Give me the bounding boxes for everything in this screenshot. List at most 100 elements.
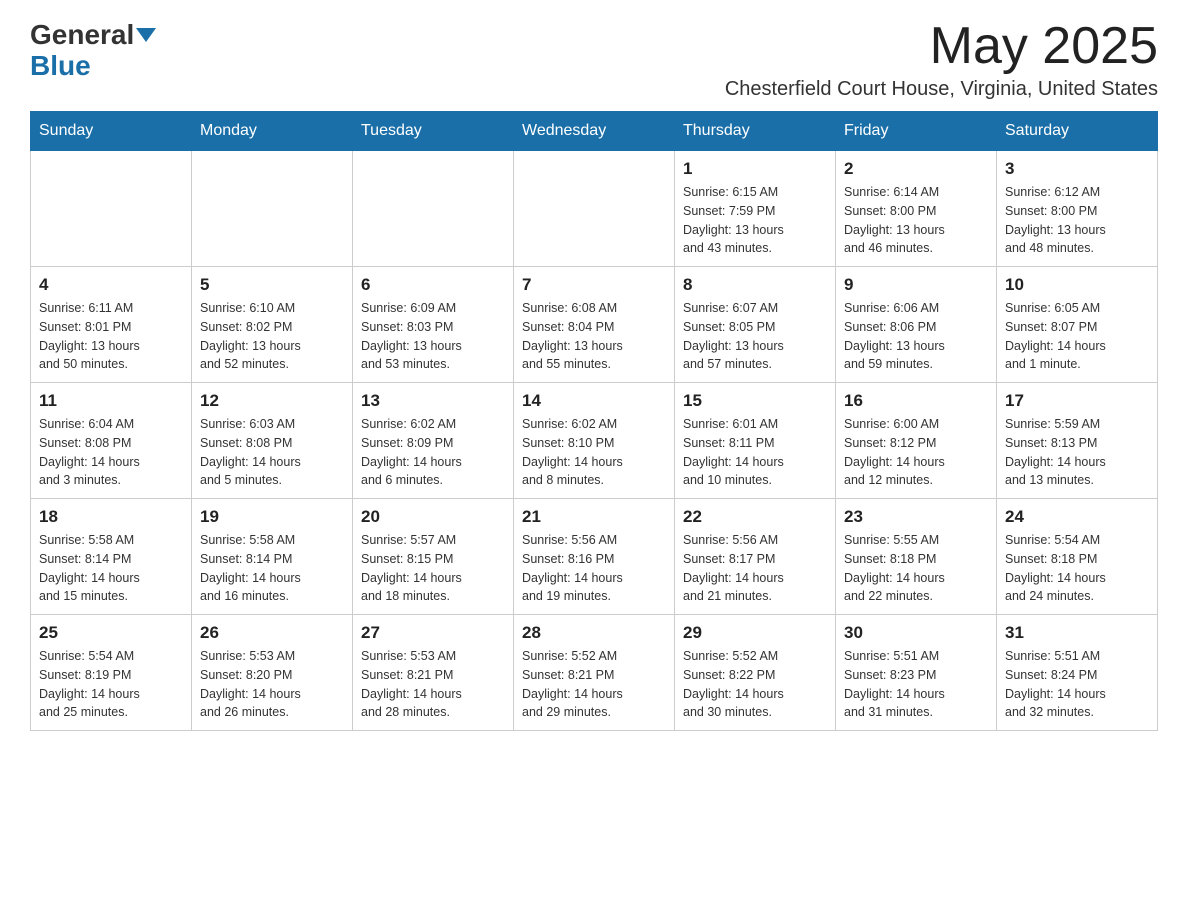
calendar-cell: 14 Sunrise: 6:02 AM Sunset: 8:10 PM Dayli… xyxy=(514,383,675,499)
day-info: Sunrise: 6:08 AM Sunset: 8:04 PM Dayligh… xyxy=(522,299,666,374)
calendar-cell xyxy=(353,151,514,267)
day-info: Sunrise: 6:12 AM Sunset: 8:00 PM Dayligh… xyxy=(1005,183,1149,258)
day-number: 24 xyxy=(1005,507,1149,527)
calendar-cell: 30Sunrise: 5:51 AM Sunset: 8:23 PM Dayli… xyxy=(836,615,997,731)
day-info: Sunrise: 6:07 AM Sunset: 8:05 PM Dayligh… xyxy=(683,299,827,374)
day-number: 17 xyxy=(1005,391,1149,411)
calendar-week-row: 11 Sunrise: 6:04 AM Sunset: 8:08 PM Dayli… xyxy=(31,383,1158,499)
calendar-cell: 29 Sunrise: 5:52 AM Sunset: 8:22 PM Dayli… xyxy=(675,615,836,731)
logo-general: General xyxy=(30,20,134,51)
title-section: May 2025 Chesterfield Court House, Virgi… xyxy=(725,20,1158,101)
day-info: Sunrise: 5:53 AM Sunset: 8:21 PM Dayligh… xyxy=(361,647,505,722)
day-number: 27 xyxy=(361,623,505,643)
day-info: Sunrise: 6:00 AM Sunset: 8:12 PM Dayligh… xyxy=(844,415,988,490)
day-info: Sunrise: 6:09 AM Sunset: 8:03 PM Dayligh… xyxy=(361,299,505,374)
day-info: Sunrise: 6:15 AM Sunset: 7:59 PM Dayligh… xyxy=(683,183,827,258)
calendar-cell: 5 Sunrise: 6:10 AM Sunset: 8:02 PM Daylig… xyxy=(192,267,353,383)
calendar-cell xyxy=(31,151,192,267)
day-number: 31 xyxy=(1005,623,1149,643)
day-info: Sunrise: 5:59 AM Sunset: 8:13 PM Dayligh… xyxy=(1005,415,1149,490)
page-header: General Blue May 2025 Chesterfield Court… xyxy=(30,20,1158,101)
calendar-cell: 20Sunrise: 5:57 AM Sunset: 8:15 PM Dayli… xyxy=(353,499,514,615)
day-number: 21 xyxy=(522,507,666,527)
day-number: 30 xyxy=(844,623,988,643)
day-info: Sunrise: 6:05 AM Sunset: 8:07 PM Dayligh… xyxy=(1005,299,1149,374)
calendar-week-row: 25 Sunrise: 5:54 AM Sunset: 8:19 PM Dayli… xyxy=(31,615,1158,731)
calendar-cell: 16 Sunrise: 6:00 AM Sunset: 8:12 PM Dayli… xyxy=(836,383,997,499)
day-number: 1 xyxy=(683,159,827,179)
day-info: Sunrise: 5:56 AM Sunset: 8:16 PM Dayligh… xyxy=(522,531,666,606)
day-of-week-header: Friday xyxy=(836,112,997,151)
calendar-week-row: 1 Sunrise: 6:15 AM Sunset: 7:59 PM Daylig… xyxy=(31,151,1158,267)
day-number: 15 xyxy=(683,391,827,411)
day-number: 19 xyxy=(200,507,344,527)
day-number: 8 xyxy=(683,275,827,295)
day-info: Sunrise: 5:54 AM Sunset: 8:18 PM Dayligh… xyxy=(1005,531,1149,606)
day-number: 23 xyxy=(844,507,988,527)
logo-blue: Blue xyxy=(30,51,91,82)
calendar-cell: 25 Sunrise: 5:54 AM Sunset: 8:19 PM Dayli… xyxy=(31,615,192,731)
day-number: 28 xyxy=(522,623,666,643)
calendar-cell: 23Sunrise: 5:55 AM Sunset: 8:18 PM Dayli… xyxy=(836,499,997,615)
calendar-cell: 17 Sunrise: 5:59 AM Sunset: 8:13 PM Dayli… xyxy=(997,383,1158,499)
day-number: 18 xyxy=(39,507,183,527)
day-info: Sunrise: 6:10 AM Sunset: 8:02 PM Dayligh… xyxy=(200,299,344,374)
location-subtitle: Chesterfield Court House, Virginia, Unit… xyxy=(725,78,1158,101)
day-number: 3 xyxy=(1005,159,1149,179)
logo-arrow-icon xyxy=(136,28,156,42)
calendar-cell: 4 Sunrise: 6:11 AM Sunset: 8:01 PM Daylig… xyxy=(31,267,192,383)
day-of-week-header: Saturday xyxy=(997,112,1158,151)
calendar-cell: 31Sunrise: 5:51 AM Sunset: 8:24 PM Dayli… xyxy=(997,615,1158,731)
calendar-cell: 10 Sunrise: 6:05 AM Sunset: 8:07 PM Dayli… xyxy=(997,267,1158,383)
day-number: 5 xyxy=(200,275,344,295)
day-number: 7 xyxy=(522,275,666,295)
day-info: Sunrise: 6:03 AM Sunset: 8:08 PM Dayligh… xyxy=(200,415,344,490)
day-of-week-header: Tuesday xyxy=(353,112,514,151)
day-info: Sunrise: 6:11 AM Sunset: 8:01 PM Dayligh… xyxy=(39,299,183,374)
day-number: 22 xyxy=(683,507,827,527)
month-year-title: May 2025 xyxy=(725,20,1158,72)
day-info: Sunrise: 5:54 AM Sunset: 8:19 PM Dayligh… xyxy=(39,647,183,722)
day-of-week-header: Thursday xyxy=(675,112,836,151)
day-info: Sunrise: 5:57 AM Sunset: 8:15 PM Dayligh… xyxy=(361,531,505,606)
calendar-cell: 3 Sunrise: 6:12 AM Sunset: 8:00 PM Daylig… xyxy=(997,151,1158,267)
calendar-week-row: 18 Sunrise: 5:58 AM Sunset: 8:14 PM Dayli… xyxy=(31,499,1158,615)
calendar-cell: 15Sunrise: 6:01 AM Sunset: 8:11 PM Dayli… xyxy=(675,383,836,499)
day-info: Sunrise: 6:02 AM Sunset: 8:09 PM Dayligh… xyxy=(361,415,505,490)
calendar-cell: 6 Sunrise: 6:09 AM Sunset: 8:03 PM Daylig… xyxy=(353,267,514,383)
day-number: 2 xyxy=(844,159,988,179)
calendar-cell xyxy=(192,151,353,267)
day-number: 11 xyxy=(39,391,183,411)
day-info: Sunrise: 5:58 AM Sunset: 8:14 PM Dayligh… xyxy=(39,531,183,606)
day-number: 12 xyxy=(200,391,344,411)
day-of-week-header: Monday xyxy=(192,112,353,151)
day-info: Sunrise: 6:14 AM Sunset: 8:00 PM Dayligh… xyxy=(844,183,988,258)
calendar-cell: 9Sunrise: 6:06 AM Sunset: 8:06 PM Daylig… xyxy=(836,267,997,383)
calendar-week-row: 4 Sunrise: 6:11 AM Sunset: 8:01 PM Daylig… xyxy=(31,267,1158,383)
calendar-cell: 22 Sunrise: 5:56 AM Sunset: 8:17 PM Dayli… xyxy=(675,499,836,615)
calendar-cell: 21 Sunrise: 5:56 AM Sunset: 8:16 PM Dayli… xyxy=(514,499,675,615)
calendar-cell: 24 Sunrise: 5:54 AM Sunset: 8:18 PM Dayli… xyxy=(997,499,1158,615)
day-number: 13 xyxy=(361,391,505,411)
day-number: 14 xyxy=(522,391,666,411)
calendar-cell: 12 Sunrise: 6:03 AM Sunset: 8:08 PM Dayli… xyxy=(192,383,353,499)
day-number: 6 xyxy=(361,275,505,295)
day-info: Sunrise: 6:02 AM Sunset: 8:10 PM Dayligh… xyxy=(522,415,666,490)
day-info: Sunrise: 5:58 AM Sunset: 8:14 PM Dayligh… xyxy=(200,531,344,606)
day-number: 26 xyxy=(200,623,344,643)
day-number: 9 xyxy=(844,275,988,295)
calendar-header-row: SundayMondayTuesdayWednesdayThursdayFrid… xyxy=(31,112,1158,151)
day-info: Sunrise: 5:52 AM Sunset: 8:21 PM Dayligh… xyxy=(522,647,666,722)
calendar-cell: 26Sunrise: 5:53 AM Sunset: 8:20 PM Dayli… xyxy=(192,615,353,731)
day-number: 10 xyxy=(1005,275,1149,295)
calendar-cell xyxy=(514,151,675,267)
day-info: Sunrise: 6:04 AM Sunset: 8:08 PM Dayligh… xyxy=(39,415,183,490)
calendar-cell: 8 Sunrise: 6:07 AM Sunset: 8:05 PM Daylig… xyxy=(675,267,836,383)
day-number: 4 xyxy=(39,275,183,295)
day-number: 16 xyxy=(844,391,988,411)
day-of-week-header: Wednesday xyxy=(514,112,675,151)
day-number: 29 xyxy=(683,623,827,643)
day-info: Sunrise: 5:52 AM Sunset: 8:22 PM Dayligh… xyxy=(683,647,827,722)
day-number: 25 xyxy=(39,623,183,643)
day-info: Sunrise: 5:56 AM Sunset: 8:17 PM Dayligh… xyxy=(683,531,827,606)
